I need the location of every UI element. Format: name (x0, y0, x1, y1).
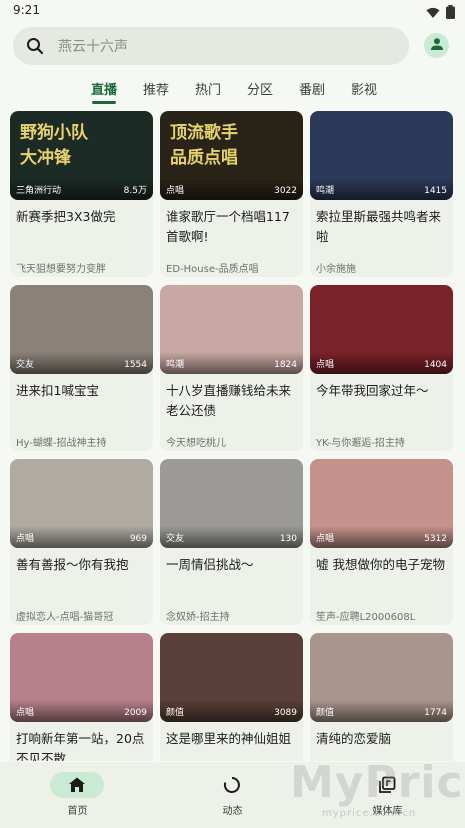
streamer-name: ED-House-品质点唱 (166, 264, 259, 275)
live-thumbnail: 颜值 3089 (160, 633, 303, 722)
category-tabs: 直播 推荐 热门 分区 番剧 影视 (0, 73, 465, 105)
live-title: 打响新年第一站，20点不见不散 (16, 731, 145, 761)
tab-live[interactable]: 直播 (91, 79, 117, 98)
live-title: 这是哪里来的神仙姐姐 (166, 731, 292, 746)
viewer-count: 5312 (424, 534, 447, 544)
live-title: 进来扣1喊宝宝 (16, 383, 99, 398)
watermark: MyPrice (290, 757, 465, 808)
viewer-count: 1415 (424, 186, 447, 196)
viewer-count: 2009 (124, 708, 147, 718)
tab-film[interactable]: 影视 (351, 79, 377, 98)
live-category-tag: 三角洲行动 (16, 186, 62, 196)
streamer-name: YK-与你邂逅-招主持 (316, 438, 405, 449)
live-category-tag: 颜值 (316, 708, 335, 718)
home-icon (67, 775, 87, 795)
live-card[interactable]: 点唱 2009 打响新年第一站，20点不见不散 (10, 633, 153, 761)
thumbnail-overlay-text: 野狗小队 大冲锋 (20, 123, 88, 168)
live-thumbnail: 交友 1554 (10, 285, 153, 374)
live-thumbnail: 交友 130 (160, 459, 303, 548)
battery-icon (446, 4, 455, 23)
live-title: 清纯的恋爱脑 (316, 731, 392, 746)
live-thumbnail: 点唱 1404 (310, 285, 453, 374)
live-card[interactable]: 颜值 3089 这是哪里来的神仙姐姐 (160, 633, 303, 761)
live-category-tag: 颜值 (166, 708, 185, 718)
nav-home-label: 首页 (67, 806, 88, 817)
live-category-tag: 交友 (16, 360, 35, 370)
live-card[interactable]: 野狗小队 大冲锋三角洲行动 8.5万新赛季把3X3做完飞天狙想要努力变胖 (10, 111, 153, 277)
refresh-icon (222, 775, 242, 795)
streamer-name: 小余施施 (316, 264, 356, 275)
live-card[interactable]: 鸣潮 1415 索拉里斯最强共鸣者来啦小余施施 (310, 111, 453, 277)
live-title: 一周情侣挑战～ (166, 557, 254, 572)
live-category-tag: 鸣潮 (166, 360, 185, 370)
live-category-tag: 鸣潮 (316, 186, 335, 196)
live-thumbnail: 鸣潮 1415 (310, 111, 453, 200)
live-thumbnail: 鸣潮 1824 (160, 285, 303, 374)
wifi-icon (426, 4, 440, 23)
live-thumbnail: 点唱 5312 (310, 459, 453, 548)
status-bar: 9:21 (0, 0, 465, 22)
tab-indicator (92, 101, 116, 104)
thumbnail-overlay-text: 顶流歌手 品质点唱 (170, 123, 238, 168)
live-category-tag: 点唱 (16, 534, 35, 544)
streamer-name: 笙声-应聘L2000608L (316, 612, 416, 623)
live-card[interactable]: 颜值 1774 清纯的恋爱脑 (310, 633, 453, 761)
live-card[interactable]: 交友 130 一周情侣挑战～ 念奴娇-招主持 (160, 459, 303, 625)
live-card[interactable]: 鸣潮 1824 十八岁直播赚钱给未来老公还债今天想吃桃儿 (160, 285, 303, 451)
nav-activity[interactable]: 动态 (155, 762, 310, 828)
live-title: 嘘 我想做你的电子宠物 (316, 557, 445, 572)
live-card[interactable]: 点唱 969 善有善报～你有我抱虚拟恋人-点唱-猫哥冠 (10, 459, 153, 625)
live-category-tag: 点唱 (166, 186, 185, 196)
search-bar[interactable]: 燕云十六声 (13, 27, 409, 65)
nav-home[interactable]: 首页 (0, 762, 155, 828)
live-card[interactable]: 顶流歌手 品质点唱点唱 3022 谁家歌厅一个档唱117首歌啊! ED-House-品… (160, 111, 303, 277)
tab-hot[interactable]: 热门 (195, 79, 221, 98)
live-thumbnail: 点唱 969 (10, 459, 153, 548)
live-card[interactable]: 点唱 5312 嘘 我想做你的电子宠物笙声-应聘L2000608L (310, 459, 453, 625)
live-thumbnail: 野狗小队 大冲锋三角洲行动 8.5万 (10, 111, 153, 200)
live-card[interactable]: 点唱 1404 今年带我回家过年～ YK-与你邂逅-招主持 (310, 285, 453, 451)
tab-partition[interactable]: 分区 (247, 79, 273, 98)
viewer-count: 130 (279, 534, 297, 544)
live-title: 谁家歌厅一个档唱117首歌啊! (166, 209, 290, 244)
live-category-tag: 点唱 (16, 708, 35, 718)
status-time: 9:21 (13, 3, 40, 17)
live-title: 善有善报～你有我抱 (16, 557, 129, 572)
viewer-count: 3022 (274, 186, 297, 196)
live-thumbnail: 顶流歌手 品质点唱点唱 3022 (160, 111, 303, 200)
viewer-count: 1774 (424, 708, 447, 718)
viewer-count: 3089 (274, 708, 297, 718)
live-category-tag: 点唱 (316, 534, 335, 544)
live-card[interactable]: 交友 1554 进来扣1喊宝宝 Hy-蝴蝶-招战神主持 (10, 285, 153, 451)
person-icon (430, 36, 444, 55)
live-category-tag: 点唱 (316, 360, 335, 370)
live-title: 今年带我回家过年～ (316, 383, 429, 398)
live-title: 新赛季把3X3做完 (16, 209, 116, 224)
tab-recommend[interactable]: 推荐 (143, 79, 169, 98)
profile-button[interactable] (424, 33, 449, 58)
tab-anime[interactable]: 番剧 (299, 79, 325, 98)
viewer-count: 1554 (124, 360, 147, 370)
streamer-name: 念奴娇-招主持 (166, 612, 230, 623)
search-icon (26, 37, 44, 55)
streamer-name: Hy-蝴蝶-招战神主持 (16, 438, 107, 449)
watermark-url: myprice.com.cn (322, 808, 417, 819)
live-thumbnail: 点唱 2009 (10, 633, 153, 722)
streamer-name: 今天想吃桃儿 (166, 438, 226, 449)
streamer-name: 飞天狙想要努力变胖 (16, 264, 106, 275)
live-title: 索拉里斯最强共鸣者来啦 (316, 209, 442, 244)
status-icons (426, 4, 455, 23)
viewer-count: 8.5万 (123, 186, 147, 196)
streamer-name: 虚拟恋人-点唱-猫哥冠 (16, 612, 114, 623)
viewer-count: 1404 (424, 360, 447, 370)
live-category-tag: 交友 (166, 534, 185, 544)
search-placeholder: 燕云十六声 (58, 39, 128, 55)
live-grid: 野狗小队 大冲锋三角洲行动 8.5万新赛季把3X3做完飞天狙想要努力变胖 顶流歌手 … (10, 111, 456, 761)
live-thumbnail: 颜值 1774 (310, 633, 453, 722)
viewer-count: 1824 (274, 360, 297, 370)
viewer-count: 969 (129, 534, 147, 544)
nav-activity-label: 动态 (222, 806, 243, 817)
live-title: 十八岁直播赚钱给未来老公还债 (166, 383, 292, 418)
